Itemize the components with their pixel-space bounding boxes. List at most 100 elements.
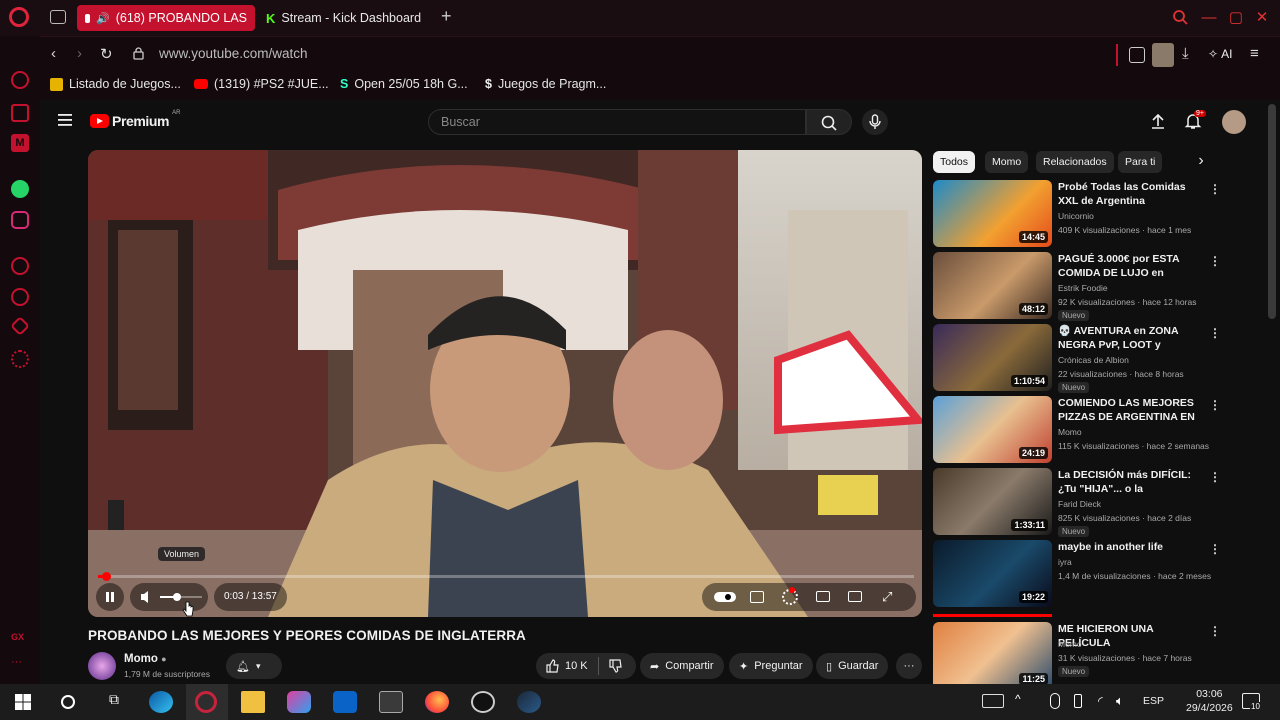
extensions-button-icon[interactable] xyxy=(1129,47,1145,63)
search-button[interactable] xyxy=(806,109,852,135)
page-scrollbar[interactable] xyxy=(1268,104,1276,319)
account-avatar[interactable] xyxy=(1222,110,1246,134)
new-tab-button[interactable]: + xyxy=(441,6,452,27)
share-button[interactable]: ➦ Compartir xyxy=(640,653,724,679)
recommendation-item[interactable]: 19:22 maybe in another life iyra 1,4 M d… xyxy=(933,540,1223,608)
sidebar-more-icon[interactable]: ··· xyxy=(11,656,22,668)
whatsapp-icon[interactable] xyxy=(11,180,29,198)
microphone-tray-icon[interactable] xyxy=(1050,693,1060,709)
gx-corner-icon[interactable] xyxy=(11,104,29,122)
search-input[interactable] xyxy=(429,110,805,134)
extensions-icon[interactable] xyxy=(10,316,30,336)
subtitles-icon[interactable] xyxy=(750,591,764,603)
recommendation-channel[interactable]: Unicornio xyxy=(1058,211,1094,221)
speaker-icon[interactable]: 🔊 xyxy=(96,12,110,25)
channel-name[interactable]: Momo ● xyxy=(124,653,167,665)
more-actions-button[interactable]: ··· xyxy=(896,653,922,679)
system-clock[interactable]: 03:06 29/4/2026 xyxy=(1186,687,1233,715)
video-thumbnail[interactable]: 11:25 xyxy=(933,622,1052,684)
thumbs-down-icon[interactable] xyxy=(609,659,623,673)
steam-icon[interactable] xyxy=(517,691,541,713)
video-thumbnail[interactable]: 19:22 xyxy=(933,540,1052,607)
volume-knob[interactable] xyxy=(172,593,181,601)
ask-button[interactable]: ✦ Preguntar xyxy=(729,653,813,679)
tab-kick[interactable]: K Stream - Kick Dashboard xyxy=(258,5,432,31)
more-vert-icon[interactable]: ⋮ xyxy=(1209,542,1221,556)
chip-momo[interactable]: Momo xyxy=(985,151,1029,173)
upload-icon[interactable] xyxy=(1150,112,1166,130)
easy-setup-menu-icon[interactable]: ≡ xyxy=(1250,45,1259,62)
recommendation-channel[interactable]: Momo xyxy=(1058,427,1082,437)
edge-icon[interactable] xyxy=(149,691,173,713)
video-thumbnail[interactable]: 1:33:11 xyxy=(933,468,1052,535)
firefox-icon[interactable] xyxy=(425,691,449,713)
video-thumbnail[interactable]: 24:19 xyxy=(933,396,1052,463)
file-explorer-icon[interactable] xyxy=(241,691,265,713)
subscribed-button[interactable]: 🔔︎ ▾ xyxy=(226,653,282,679)
wifi-icon[interactable]: ◜ xyxy=(1098,694,1103,708)
youtube-premium-logo[interactable]: Premium AR xyxy=(90,110,180,129)
recommendation-item[interactable]: 48:12 PAGUÉ 3.000€ por ESTA COMIDA DE LU… xyxy=(933,252,1223,321)
video-thumbnail[interactable]: 14:45 xyxy=(933,180,1052,247)
recommendation-item[interactable]: 1:10:54 💀 AVENTURA en ZONA NEGRA PvP, LO… xyxy=(933,324,1223,393)
chip-relacionados[interactable]: Relacionados xyxy=(1036,151,1114,173)
forward-button[interactable]: › xyxy=(77,45,82,62)
video-player[interactable]: Volumen 0:03 / 13:57 ⤢ xyxy=(88,150,922,617)
autoplay-toggle[interactable] xyxy=(714,592,736,602)
tab-youtube[interactable]: 🔊 (618) PROBANDO LAS xyxy=(77,5,255,31)
recommendation-item[interactable]: 11:25 ME HICIERON UNA PELÍCULA Momo 31 K… xyxy=(933,622,1223,684)
recommendation-title[interactable]: La DECISIÓN más DIFÍCIL: ¿Tu "HIJA"... o… xyxy=(1058,468,1208,496)
recommendation-item[interactable]: 14:45 Probé Todas las Comidas XXL de Arg… xyxy=(933,180,1223,248)
ai-button[interactable]: ✧ AI xyxy=(1208,47,1232,61)
miniplayer-icon[interactable] xyxy=(816,591,830,602)
instagram-icon[interactable] xyxy=(11,211,29,229)
channel-avatar[interactable] xyxy=(88,652,116,680)
language-indicator[interactable]: ESP xyxy=(1143,695,1164,707)
history-icon[interactable] xyxy=(11,288,29,306)
profile-icon[interactable] xyxy=(1152,43,1174,67)
recommendation-channel[interactable]: Estrik Foodie xyxy=(1058,283,1108,293)
recommendation-channel[interactable]: Farid Dieck xyxy=(1058,499,1101,509)
obs-icon[interactable] xyxy=(471,691,495,713)
recommendation-title[interactable]: 💀 AVENTURA en ZONA NEGRA PvP, LOOT y PEL… xyxy=(1058,324,1208,352)
bookmark-item[interactable]: $ Juegos de Pragm... xyxy=(485,77,606,91)
bookmark-item[interactable]: (1319) #PS2 #JUE... xyxy=(194,77,329,91)
windows-start-icon[interactable] xyxy=(12,691,36,713)
save-button[interactable]: ▯ Guardar xyxy=(816,653,889,679)
more-vert-icon[interactable]: ⋮ xyxy=(1209,470,1221,484)
recommendation-title[interactable]: maybe in another life xyxy=(1058,540,1208,554)
speaker-tray-icon[interactable]: 🔈︎ xyxy=(1116,693,1124,709)
back-button[interactable]: ‹ xyxy=(51,45,56,62)
cortana-search-icon[interactable] xyxy=(57,691,81,713)
tab-overview-icon[interactable] xyxy=(50,10,66,24)
like-button[interactable]: 10 K xyxy=(546,659,588,673)
recommendation-channel[interactable]: Crónicas de Albion xyxy=(1058,355,1129,365)
recommendation-channel[interactable]: Momo xyxy=(1058,639,1082,649)
reload-button[interactable]: ↻ xyxy=(100,45,113,63)
fullscreen-icon[interactable]: ⤢ xyxy=(882,589,892,605)
more-vert-icon[interactable]: ⋮ xyxy=(1209,624,1221,638)
pause-button[interactable] xyxy=(96,583,124,611)
download-icon[interactable]: ⤓ xyxy=(1182,45,1189,62)
video-thumbnail[interactable]: 1:10:54 xyxy=(933,324,1052,391)
microsoft-store-icon[interactable] xyxy=(379,691,403,713)
chip-para-ti[interactable]: Para ti xyxy=(1118,151,1163,173)
maximize-button[interactable]: ▢ xyxy=(1226,8,1246,28)
chip-todos[interactable]: Todos xyxy=(933,151,976,173)
recommendation-item[interactable]: 1:33:11 La DECISIÓN más DIFÍCIL: ¿Tu "HI… xyxy=(933,468,1223,537)
lock-icon[interactable] xyxy=(133,47,144,60)
usb-icon[interactable] xyxy=(1074,694,1082,708)
volume-control[interactable] xyxy=(130,583,208,611)
video-thumbnail[interactable]: 48:12 xyxy=(933,252,1052,319)
recommendation-title[interactable]: PAGUÉ 3.000€ por ESTA COMIDA DE LUJO en … xyxy=(1058,252,1208,280)
more-vert-icon[interactable]: ⋮ xyxy=(1209,182,1221,196)
chips-next-icon[interactable]: › xyxy=(1190,152,1212,174)
close-window-button[interactable]: ✕ xyxy=(1252,8,1272,28)
volume-slider[interactable] xyxy=(160,596,202,598)
more-vert-icon[interactable]: ⋮ xyxy=(1209,398,1221,412)
tab-search-icon[interactable] xyxy=(1171,8,1191,28)
copilot-icon[interactable] xyxy=(287,691,311,713)
recommendation-title[interactable]: Probé Todas las Comidas XXL de Argentina xyxy=(1058,180,1208,208)
bookmark-item[interactable]: S Open 25/05 18h G... xyxy=(340,77,468,91)
recommendation-channel[interactable]: iyra xyxy=(1058,557,1072,567)
